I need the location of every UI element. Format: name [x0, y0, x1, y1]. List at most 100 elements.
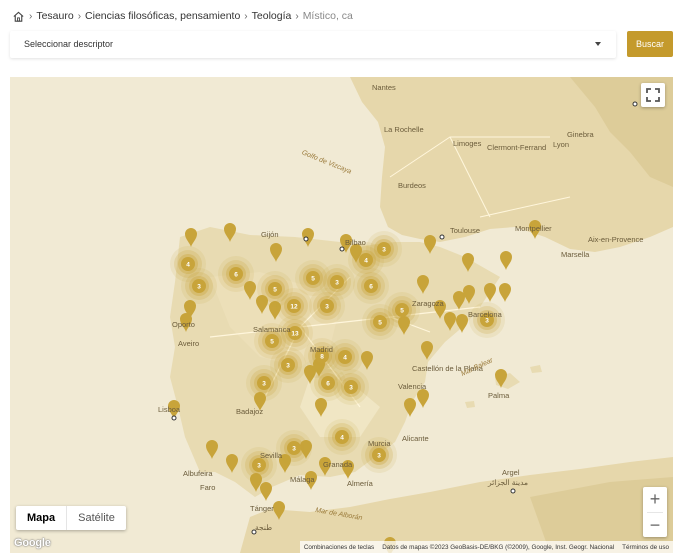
map-label-zaragoza: Zaragoza [412, 299, 444, 308]
breadcrumb: › Tesauro › Ciencias filosóficas, pensam… [12, 8, 353, 24]
descriptor-select[interactable]: Seleccionar descriptor [10, 31, 616, 58]
home-icon[interactable] [12, 10, 25, 23]
city-dot [339, 246, 345, 252]
map-label-oporto: Oporto [172, 320, 195, 329]
location-pin-icon[interactable] [417, 389, 429, 408]
zoom-out-button[interactable]: − [643, 513, 667, 538]
location-pin-icon[interactable] [273, 501, 285, 520]
marker-cluster-count: 3 [286, 362, 290, 369]
location-pin-icon[interactable] [456, 314, 468, 333]
location-pin-icon[interactable] [404, 398, 416, 417]
breadcrumb-item-tesauro[interactable]: Tesauro [36, 10, 73, 22]
map-label-alicante: Alicante [402, 434, 429, 443]
marker-cluster-count: 5 [273, 286, 277, 293]
city-dot [632, 101, 638, 107]
marker-cluster[interactable]: 3 [276, 430, 312, 466]
marker-cluster-count: 5 [378, 319, 382, 326]
terms-link[interactable]: Términos de uso [622, 544, 669, 551]
markers-layer: 4 6 3 5 5 3 3 4 6 12 3 5 5 13 5 3 8 4 3 3 6 3 4 3 3 3 [168, 101, 638, 553]
map[interactable]: 4 6 3 5 5 3 3 4 6 12 3 5 5 13 5 3 8 4 3 3 6 3 4 3 3 3 Nantes La R… [10, 77, 673, 553]
map-label-albufeira: Albufeira [183, 469, 213, 478]
map-label-malaga: Málaga [290, 475, 315, 484]
location-pin-icon[interactable] [495, 369, 507, 388]
chevron-right-icon: › [244, 10, 248, 22]
location-pin-icon[interactable] [224, 223, 236, 242]
chevron-right-icon: › [77, 10, 82, 22]
marker-cluster-count: 12 [290, 303, 298, 310]
search-row: Seleccionar descriptor Buscar [10, 31, 673, 58]
map-label-tanger: Tánger [250, 504, 274, 513]
map-label-lisboa: Lisboa [158, 405, 181, 414]
location-pin-icon[interactable] [417, 275, 429, 294]
marker-cluster[interactable]: 3 [309, 288, 345, 324]
zoom-in-button[interactable]: + [643, 487, 667, 512]
location-pin-icon[interactable] [424, 235, 436, 254]
map-label-tanger-arabic: طنجة [255, 523, 273, 532]
location-pin-icon[interactable] [462, 253, 474, 272]
marker-cluster[interactable]: 3 [333, 369, 369, 405]
map-label-gijon: Gijón [261, 230, 279, 239]
marker-cluster-count: 4 [340, 434, 344, 441]
breadcrumb-item-teologia[interactable]: Teología [252, 10, 292, 22]
marker-cluster-count: 3 [335, 279, 339, 286]
map-data-text: Datos de mapas ©2023 GeoBasis-DE/BKG (©2… [382, 543, 615, 551]
marker-cluster-count: 4 [364, 257, 368, 264]
map-label-aveiro: Aveiro [178, 339, 200, 348]
location-pin-icon[interactable] [453, 291, 465, 310]
location-pin-icon[interactable] [361, 351, 373, 370]
marker-cluster[interactable]: 6 [353, 268, 389, 304]
marker-cluster[interactable]: 6 [218, 256, 254, 292]
map-label-almeria: Almería [347, 479, 373, 488]
location-pin-icon[interactable] [463, 285, 475, 304]
marker-cluster-count: 4 [186, 261, 190, 268]
location-pin-icon[interactable] [270, 243, 282, 262]
city-dot [439, 234, 445, 240]
marker-cluster[interactable]: 4 [324, 419, 360, 455]
map-label-madrid: Madrid [310, 345, 333, 354]
map-type-satellite-button[interactable]: Satélite [66, 506, 126, 530]
marker-cluster-count: 3 [377, 452, 381, 459]
marker-cluster[interactable]: 3 [246, 365, 282, 401]
zoom-control: + − [643, 487, 667, 537]
map-type-map-button[interactable]: Mapa [16, 506, 66, 530]
location-pin-icon[interactable] [444, 312, 456, 331]
map-label-barcelona: Barcelona [468, 310, 502, 319]
fullscreen-button[interactable] [641, 83, 665, 107]
location-pin-icon[interactable] [484, 283, 496, 302]
location-pin-icon[interactable] [315, 398, 327, 417]
map-label-marsella: Marsella [561, 250, 590, 259]
marker-cluster-count: 3 [292, 445, 296, 452]
map-label-salamanca: Salamanca [253, 325, 291, 334]
location-pin-icon[interactable] [260, 482, 272, 501]
map-label-toulouse: Toulouse [450, 226, 481, 235]
fullscreen-icon [646, 88, 660, 102]
city-dot [171, 415, 177, 421]
marker-cluster-count: 6 [234, 271, 238, 278]
map-label-aix: Aix-en-Provence [588, 235, 644, 244]
chevron-right-icon: › [295, 10, 299, 22]
location-pin-icon[interactable] [499, 283, 511, 302]
map-label-limoges: Limoges [453, 139, 482, 148]
marker-cluster-count: 3 [325, 303, 329, 310]
location-pin-icon[interactable] [206, 440, 218, 459]
marker-cluster[interactable]: 5 [362, 304, 398, 340]
location-pin-icon[interactable] [185, 228, 197, 247]
map-type-control: Mapa Satélite [16, 506, 126, 530]
breadcrumb-item-ciencias[interactable]: Ciencias filosóficas, pensamiento [85, 10, 240, 22]
google-logo: Google [14, 537, 51, 549]
marker-cluster-count: 3 [257, 462, 261, 469]
marker-cluster[interactable]: 3 [469, 302, 505, 338]
marker-cluster[interactable]: 3 [181, 268, 217, 304]
location-pin-icon[interactable] [226, 454, 238, 473]
map-attribution: Combinaciones de teclas Datos de mapas ©… [299, 541, 673, 553]
keyboard-shortcuts-link[interactable]: Combinaciones de teclas [304, 544, 374, 551]
marker-cluster-count: 8 [320, 353, 324, 360]
location-pin-icon[interactable] [421, 341, 433, 360]
search-button[interactable]: Buscar [627, 31, 673, 57]
map-label-argel: Argel [502, 468, 520, 477]
map-label-palma: Palma [488, 391, 510, 400]
map-label-burdeos: Burdeos [398, 181, 426, 190]
location-pin-icon[interactable] [500, 251, 512, 270]
map-label-murcia: Murcia [368, 439, 391, 448]
marker-cluster-count: 4 [343, 354, 347, 361]
